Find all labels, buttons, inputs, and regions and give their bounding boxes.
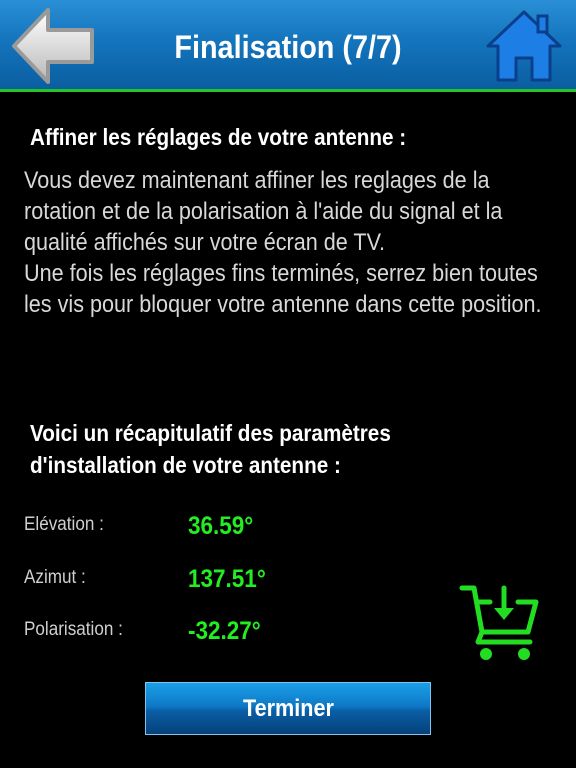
finish-button-label: Terminer: [242, 695, 334, 722]
azimuth-value: 137.51°: [188, 565, 266, 593]
page-title: Finalisation (7/7): [174, 29, 402, 65]
header-bar: Finalisation (7/7): [0, 0, 576, 92]
azimuth-label: Azimut :: [24, 567, 86, 588]
instructions-heading: Affiner les réglages de votre antenne :: [30, 124, 407, 150]
cart-download-button[interactable]: [458, 582, 544, 664]
back-button[interactable]: [8, 4, 100, 88]
instructions-text: Vous devez maintenant affiner les reglag…: [24, 165, 555, 320]
summary-heading-line-1: Voici un récapitulatif des paramètres: [30, 420, 391, 446]
elevation-value: 36.59°: [188, 512, 254, 540]
polarisation-label: Polarisation :: [24, 619, 123, 640]
summary-heading-line-2: d'installation de votre antenne :: [30, 452, 341, 478]
finish-button[interactable]: Terminer: [145, 682, 431, 735]
home-button[interactable]: [486, 8, 562, 84]
polarisation-value: -32.27°: [188, 617, 261, 645]
instructions-paragraph-2: Une fois les réglages fins terminés, ser…: [24, 260, 542, 318]
home-icon: [486, 10, 562, 82]
arrow-left-icon: [12, 8, 94, 84]
elevation-label: Elévation :: [24, 514, 104, 535]
instructions-paragraph-1: Vous devez maintenant affiner les reglag…: [24, 167, 503, 256]
cart-download-icon: [459, 585, 539, 660]
